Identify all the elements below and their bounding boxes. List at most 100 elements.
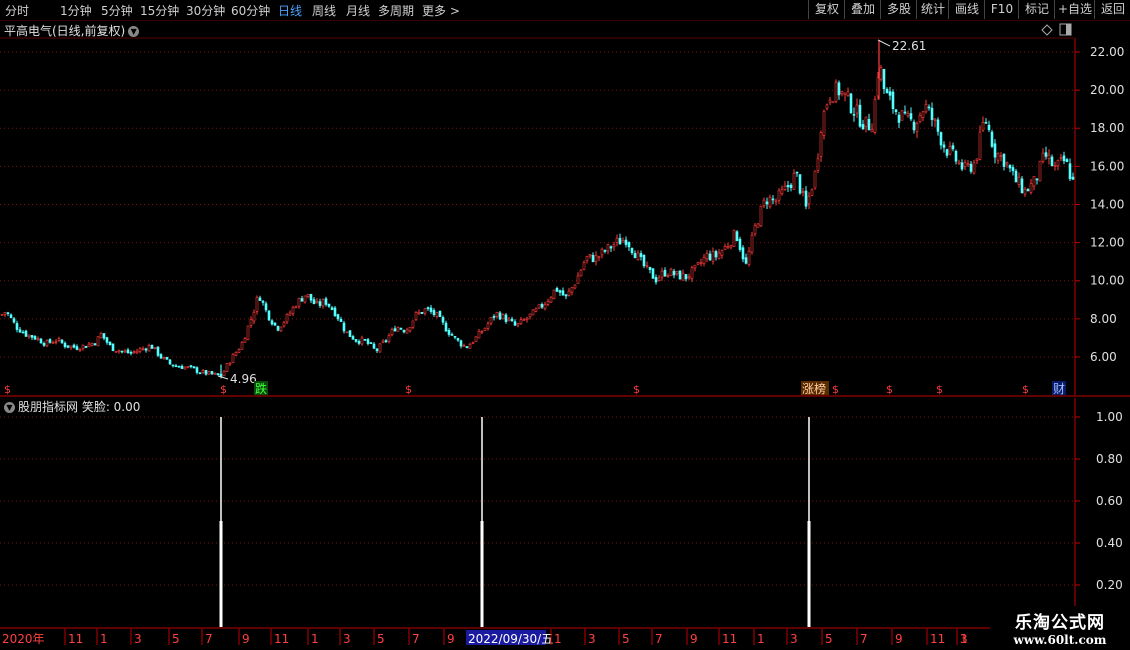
candle-body	[744, 257, 748, 264]
candle-body	[72, 344, 76, 348]
time-tick-label: 1	[554, 632, 562, 646]
price-tick-label: 20.00	[1090, 83, 1124, 97]
event-markers: $ $ 跌 $ $ 涨榜 $ $ $ $ 财	[4, 381, 1066, 396]
candle-body	[396, 327, 400, 332]
stock-title: 平高电气(日线,前复权)	[4, 24, 126, 38]
candle-body	[903, 111, 907, 114]
candle-body	[777, 190, 781, 201]
dividend-marker: $	[832, 383, 839, 396]
chevron-down-icon[interactable]: ▼	[4, 402, 15, 413]
candle-body	[246, 325, 250, 340]
candle-body	[402, 330, 406, 333]
candle-body	[1050, 156, 1054, 167]
candle-body	[834, 81, 838, 102]
candle-body	[414, 312, 418, 320]
candle-body	[174, 365, 178, 368]
candle-body	[144, 348, 148, 351]
candle-body	[873, 99, 877, 133]
candle-body	[135, 350, 139, 354]
candle-body	[429, 307, 433, 312]
candle-body	[861, 124, 865, 130]
candle-body	[186, 366, 190, 368]
candle-body	[1056, 159, 1060, 167]
candle-body	[387, 335, 391, 342]
candle-body	[1002, 153, 1006, 167]
candle-body	[333, 307, 337, 317]
candle-body	[6, 312, 10, 315]
candle-body	[156, 346, 160, 356]
chart-title[interactable]: 平高电气(日线,前复权) ▼	[4, 22, 140, 39]
candle-body	[150, 344, 154, 349]
candle-body	[435, 312, 439, 317]
candle-body	[375, 348, 379, 352]
candle-body	[201, 370, 205, 374]
candle-body	[480, 331, 484, 333]
candle-body	[564, 294, 568, 297]
candle-body	[657, 277, 661, 281]
candle-body	[771, 198, 775, 201]
price-tick-label: 12.00	[1090, 236, 1124, 250]
candle-body	[585, 256, 589, 262]
candle-body	[189, 365, 193, 367]
candle-body	[921, 111, 925, 118]
candle-body	[54, 341, 58, 343]
candle-body	[546, 300, 550, 305]
candle-body	[558, 290, 562, 293]
candle-body	[0, 314, 4, 316]
candle-body	[60, 339, 64, 344]
candle-body	[987, 124, 991, 131]
candle-body	[354, 339, 358, 342]
candle-body	[102, 333, 106, 339]
candle-body	[1011, 167, 1015, 172]
candle-body	[393, 328, 397, 332]
candle-body	[504, 314, 508, 322]
candle-body	[453, 336, 457, 338]
candle-body	[648, 266, 652, 270]
indicator-header[interactable]: ▼ 股朋指标网 笑脸: 0.00	[4, 398, 140, 415]
time-tick-label: 3	[960, 632, 968, 646]
candle-body	[1032, 176, 1036, 187]
candle-body	[885, 88, 889, 94]
candle-body	[1026, 189, 1030, 192]
candle-body	[351, 336, 355, 340]
time-axis: 2020年 11 1 3 5 7 9 11 1 3 5 7 9 2022/09/30/五 1 3 5 7 9 11 1 3…	[2, 629, 968, 646]
candle-body	[336, 314, 340, 320]
candle-body	[324, 298, 328, 305]
candle-body	[1065, 159, 1069, 163]
candle-body	[39, 338, 43, 344]
kline-chart[interactable]: 22.00 20.00 18.00 16.00 14.00 12.00 10.00 8.00 6…	[0, 0, 1130, 650]
candle-body	[561, 290, 565, 296]
candle-body	[15, 323, 19, 330]
candle-body	[1035, 178, 1039, 181]
candle-body	[741, 247, 745, 260]
candle-body	[1047, 154, 1051, 159]
candle-body	[27, 334, 31, 338]
time-tick-label: 3	[790, 632, 798, 646]
candle-body	[636, 252, 640, 261]
time-tick-label: 11	[274, 632, 289, 646]
candle-body	[93, 343, 97, 346]
candle-body	[1059, 157, 1063, 159]
chevron-down-icon[interactable]: ▼	[128, 26, 140, 37]
candle-body	[720, 250, 724, 256]
candle-body	[846, 91, 850, 96]
time-tick-label: 3	[588, 632, 596, 646]
candle-body	[630, 247, 634, 254]
candle-body	[69, 345, 73, 348]
candle-body	[642, 254, 646, 267]
candle-body	[84, 345, 88, 348]
brand-watermark: 乐淘公式网 www.60lt.com	[990, 606, 1130, 650]
candle-body	[780, 189, 784, 194]
candle-body	[1029, 183, 1033, 193]
candle-body	[3, 312, 7, 315]
candle-body	[603, 250, 607, 252]
candle-body	[1005, 162, 1009, 165]
candle-body	[9, 314, 13, 318]
candle-body	[825, 104, 829, 109]
candle-body	[363, 338, 367, 341]
finance-marker: 财	[1053, 382, 1065, 396]
candle-body	[138, 348, 142, 352]
indicator-gridlines	[0, 416, 1080, 586]
candle-body	[63, 342, 67, 348]
candle-body	[357, 340, 361, 344]
